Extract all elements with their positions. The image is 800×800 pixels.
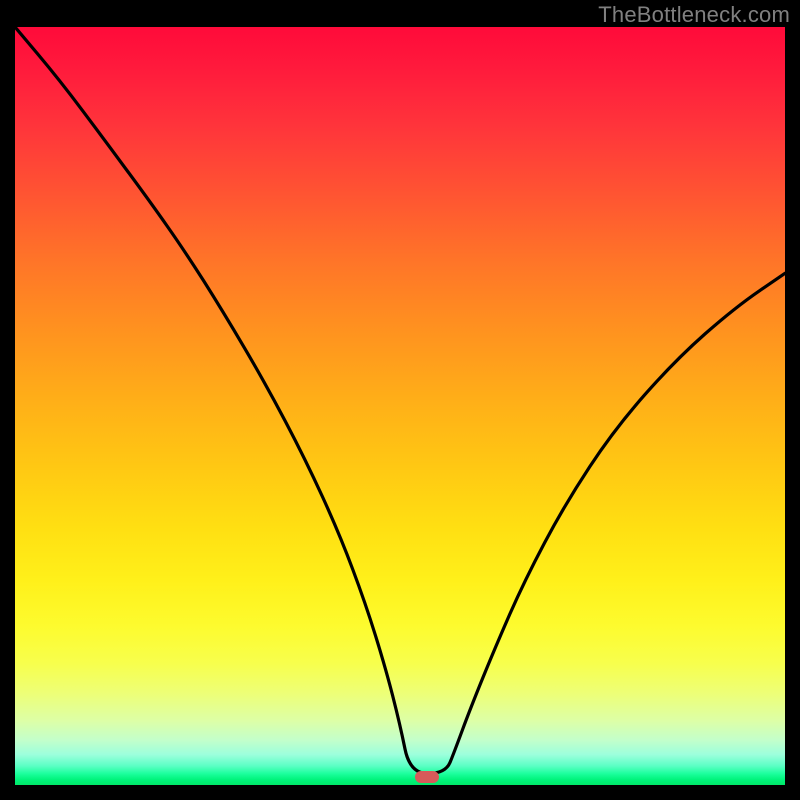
chart-frame: TheBottleneck.com (0, 0, 800, 800)
watermark-text: TheBottleneck.com (598, 2, 790, 28)
minimum-marker (415, 771, 439, 783)
plot-area (15, 27, 785, 785)
plot-inner (15, 27, 785, 785)
bottleneck-curve (15, 27, 785, 785)
